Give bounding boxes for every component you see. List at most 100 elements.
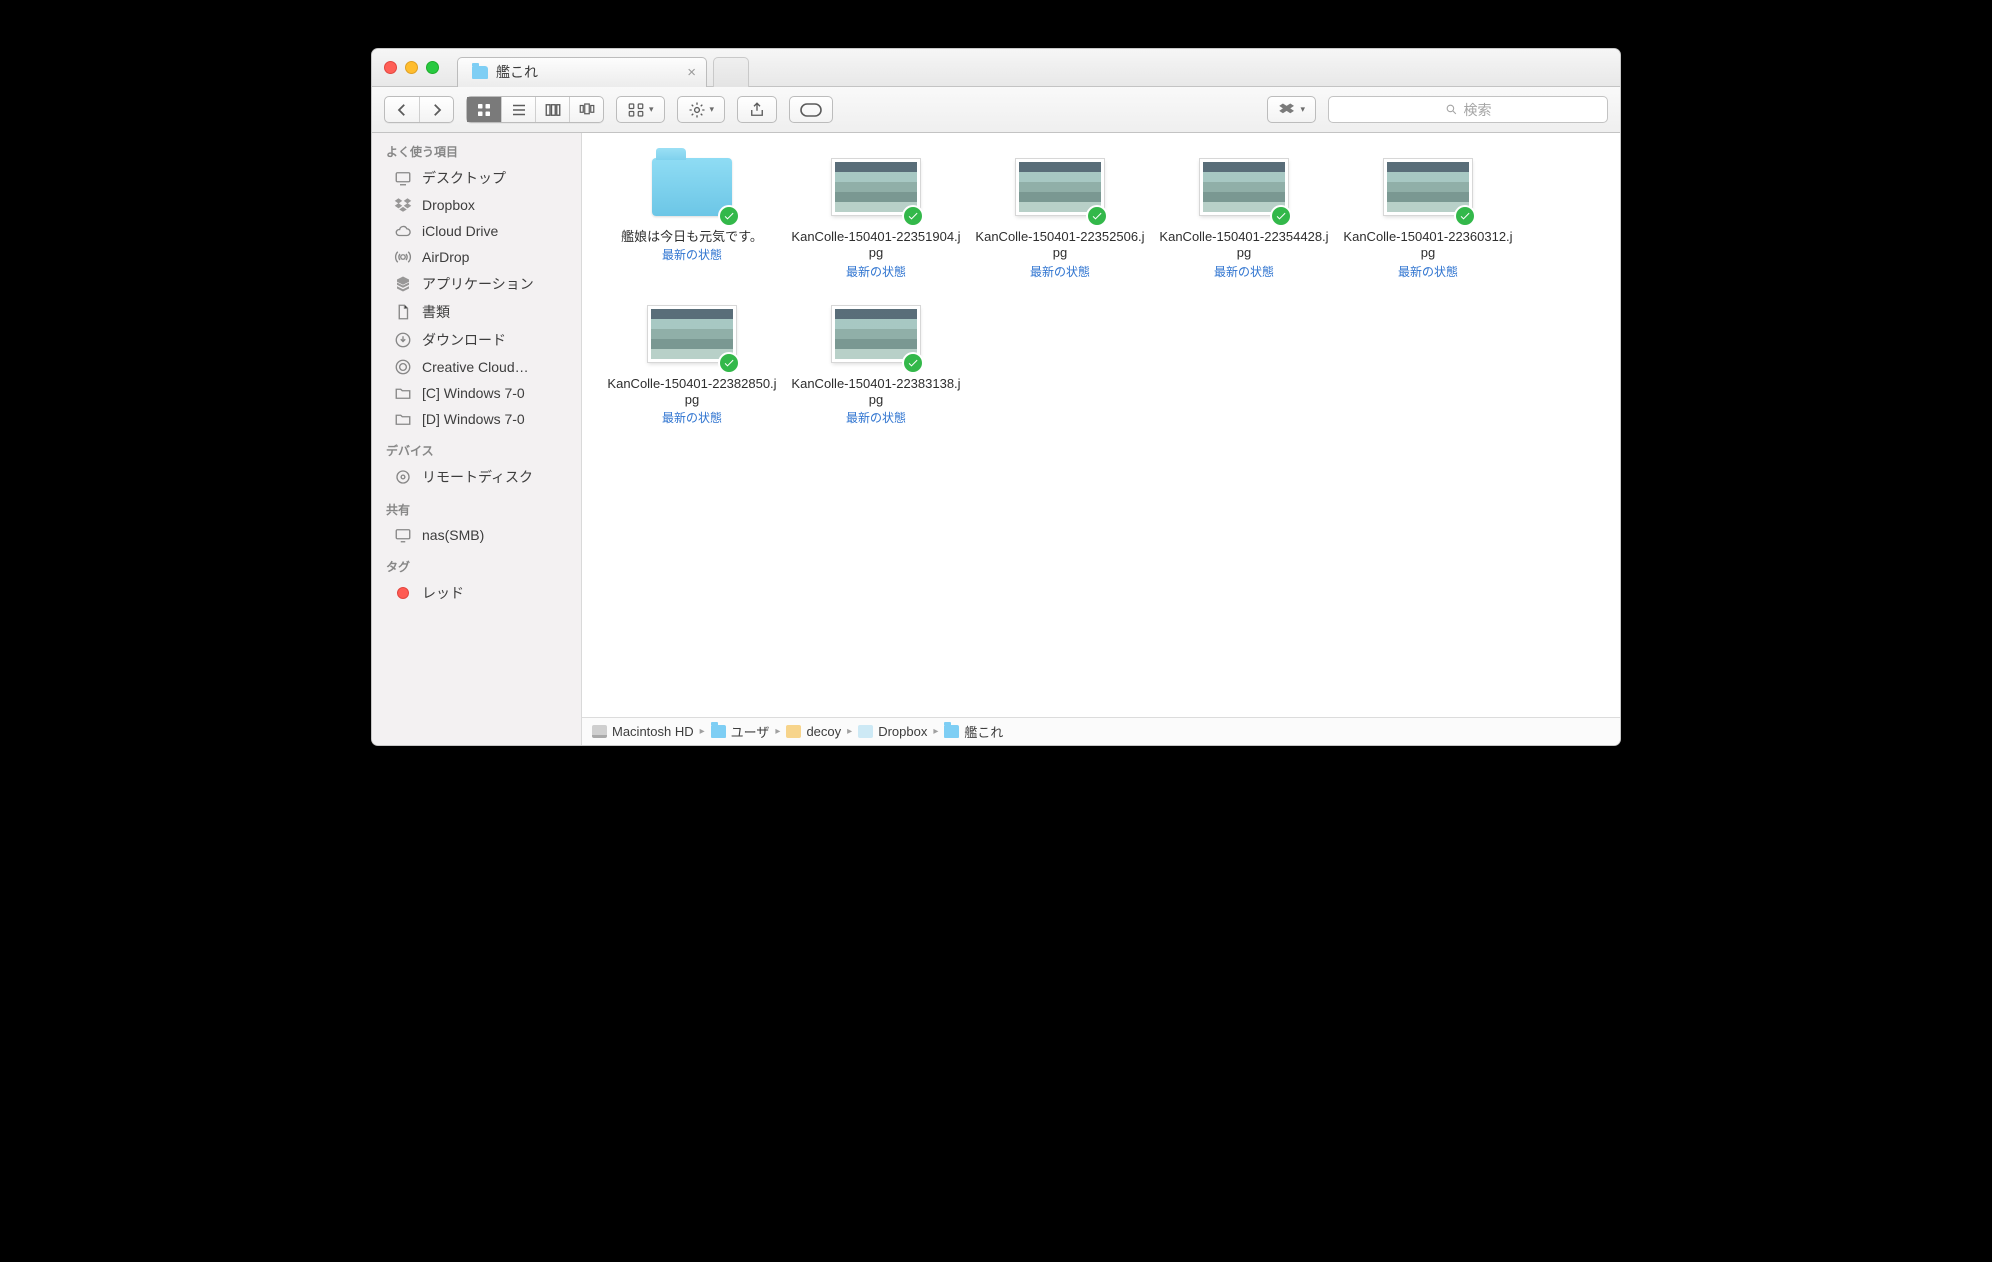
sync-status: 最新の状態 bbox=[1158, 263, 1330, 280]
path-separator-icon: ▸ bbox=[847, 726, 852, 737]
sidebar-item[interactable]: AirDrop bbox=[372, 244, 581, 270]
file-name: KanColle-150401-22383138.jpg bbox=[790, 376, 962, 409]
folder-icon bbox=[394, 384, 412, 402]
search-field[interactable]: 検索 bbox=[1328, 96, 1608, 123]
path-crumb[interactable]: Macintosh HD bbox=[592, 724, 694, 739]
forward-button[interactable] bbox=[419, 97, 453, 122]
dropbox-button[interactable]: ▾ bbox=[1267, 96, 1316, 123]
sidebar-item[interactable]: Dropbox bbox=[372, 192, 581, 218]
chevron-down-icon: ▾ bbox=[1300, 104, 1305, 115]
sync-status: 最新の状態 bbox=[1342, 263, 1514, 280]
columns-icon bbox=[544, 101, 562, 119]
path-label: decoy bbox=[806, 724, 841, 739]
share-icon bbox=[748, 101, 766, 119]
file-item[interactable]: KanColle-150401-22351904.jpg最新の状態 bbox=[790, 151, 962, 280]
sidebar-item[interactable]: 書類 bbox=[372, 298, 581, 326]
sidebar-section-title: よく使う項目 bbox=[372, 133, 581, 164]
close-tab-button[interactable]: × bbox=[687, 64, 696, 81]
sync-status: 最新の状態 bbox=[790, 263, 962, 280]
file-name: 艦娘は今日も元気です。 bbox=[606, 229, 778, 245]
db-icon bbox=[858, 725, 873, 738]
file-item[interactable]: KanColle-150401-22383138.jpg最新の状態 bbox=[790, 298, 962, 427]
sync-ok-icon bbox=[718, 205, 740, 227]
sidebar-item-label: リモートディスク bbox=[422, 467, 533, 487]
back-button[interactable] bbox=[385, 97, 419, 122]
thumb-wrap bbox=[974, 151, 1146, 223]
chevron-right-icon bbox=[428, 101, 446, 119]
fp-icon bbox=[944, 725, 959, 738]
sidebar-item-label: Dropbox bbox=[422, 197, 475, 213]
sync-ok-icon bbox=[902, 205, 924, 227]
sidebar-item[interactable]: リモートディスク bbox=[372, 463, 581, 491]
path-bar: Macintosh HD▸ユーザ▸decoy▸Dropbox▸艦これ bbox=[582, 717, 1620, 745]
tag-icon bbox=[800, 103, 822, 117]
path-crumb[interactable]: Dropbox bbox=[858, 724, 927, 739]
nav-buttons bbox=[384, 96, 454, 123]
sidebar-section-title: デバイス bbox=[372, 432, 581, 463]
share-button[interactable] bbox=[737, 96, 777, 123]
sidebar-item[interactable]: [C] Windows 7-0 bbox=[372, 380, 581, 406]
path-separator-icon: ▸ bbox=[933, 726, 938, 737]
file-item[interactable]: KanColle-150401-22354428.jpg最新の状態 bbox=[1158, 151, 1330, 280]
list-view-button[interactable] bbox=[501, 97, 535, 122]
sidebar-item[interactable]: iCloud Drive bbox=[372, 218, 581, 244]
gear-icon bbox=[688, 101, 706, 119]
titlebar: 艦これ × bbox=[372, 49, 1620, 87]
icon-grid: 艦娘は今日も元気です。最新の状態KanColle-150401-22351904… bbox=[582, 133, 1620, 717]
edit-tags-button[interactable] bbox=[789, 96, 833, 123]
thumb-wrap bbox=[790, 151, 962, 223]
window-tab[interactable]: 艦これ × bbox=[457, 57, 707, 87]
sync-status: 最新の状態 bbox=[790, 409, 962, 426]
folder-item[interactable]: 艦娘は今日も元気です。最新の状態 bbox=[606, 151, 778, 280]
zoom-window-button[interactable] bbox=[426, 61, 439, 74]
coverflow-icon bbox=[578, 101, 596, 119]
column-view-button[interactable] bbox=[535, 97, 569, 122]
action-button[interactable]: ▾ bbox=[677, 96, 726, 123]
sync-ok-icon bbox=[1086, 205, 1108, 227]
cloud-icon bbox=[394, 222, 412, 240]
file-item[interactable]: KanColle-150401-22360312.jpg最新の状態 bbox=[1342, 151, 1514, 280]
sidebar-item[interactable]: レッド bbox=[372, 579, 581, 607]
path-crumb[interactable]: 艦これ bbox=[944, 722, 1003, 741]
sync-ok-icon bbox=[902, 352, 924, 374]
arrange-button[interactable]: ▾ bbox=[616, 96, 665, 123]
sidebar-item[interactable]: Creative Cloud… bbox=[372, 354, 581, 380]
toolbar: ▾ ▾ ▾ 検索 bbox=[372, 87, 1620, 133]
file-item[interactable]: KanColle-150401-22352506.jpg最新の状態 bbox=[974, 151, 1146, 280]
arrange-icon bbox=[627, 101, 645, 119]
new-tab-button[interactable] bbox=[713, 57, 749, 87]
close-window-button[interactable] bbox=[384, 61, 397, 74]
path-crumb[interactable]: decoy bbox=[786, 724, 841, 739]
path-crumb[interactable]: ユーザ bbox=[711, 722, 770, 741]
folder-icon bbox=[652, 158, 732, 216]
dropbox-icon bbox=[1278, 101, 1296, 119]
sidebar-item[interactable]: ダウンロード bbox=[372, 326, 581, 354]
body: よく使う項目デスクトップ Dropbox iCloud DriveAirDropアプ… bbox=[372, 133, 1620, 745]
path-label: ユーザ bbox=[731, 722, 770, 741]
sync-status: 最新の状態 bbox=[606, 409, 778, 426]
tab-title: 艦これ bbox=[496, 62, 538, 82]
thumb-wrap bbox=[606, 298, 778, 370]
dropbox-icon bbox=[394, 196, 412, 214]
folder-icon bbox=[394, 410, 412, 428]
chevron-down-icon: ▾ bbox=[710, 104, 715, 115]
sync-status: 最新の状態 bbox=[606, 246, 778, 263]
sidebar-item[interactable]: nas(SMB) bbox=[372, 522, 581, 548]
coverflow-view-button[interactable] bbox=[569, 97, 603, 122]
sidebar-item[interactable]: [D] Windows 7-0 bbox=[372, 406, 581, 432]
icon-view-button[interactable] bbox=[467, 97, 501, 122]
fp-icon bbox=[711, 725, 726, 738]
sync-ok-icon bbox=[1454, 205, 1476, 227]
sidebar-section-title: タグ bbox=[372, 548, 581, 579]
finder-window: 艦これ × bbox=[371, 48, 1621, 746]
cc-icon bbox=[394, 358, 412, 376]
airdrop-icon bbox=[394, 248, 412, 266]
search-icon bbox=[1445, 103, 1458, 116]
content-area: 艦娘は今日も元気です。最新の状態KanColle-150401-22351904… bbox=[582, 133, 1620, 745]
minimize-window-button[interactable] bbox=[405, 61, 418, 74]
sidebar-item[interactable]: デスクトップ bbox=[372, 164, 581, 192]
download-icon bbox=[394, 331, 412, 349]
grid-icon bbox=[475, 101, 493, 119]
file-item[interactable]: KanColle-150401-22382850.jpg最新の状態 bbox=[606, 298, 778, 427]
sidebar-item[interactable]: アプリケーション bbox=[372, 270, 581, 298]
